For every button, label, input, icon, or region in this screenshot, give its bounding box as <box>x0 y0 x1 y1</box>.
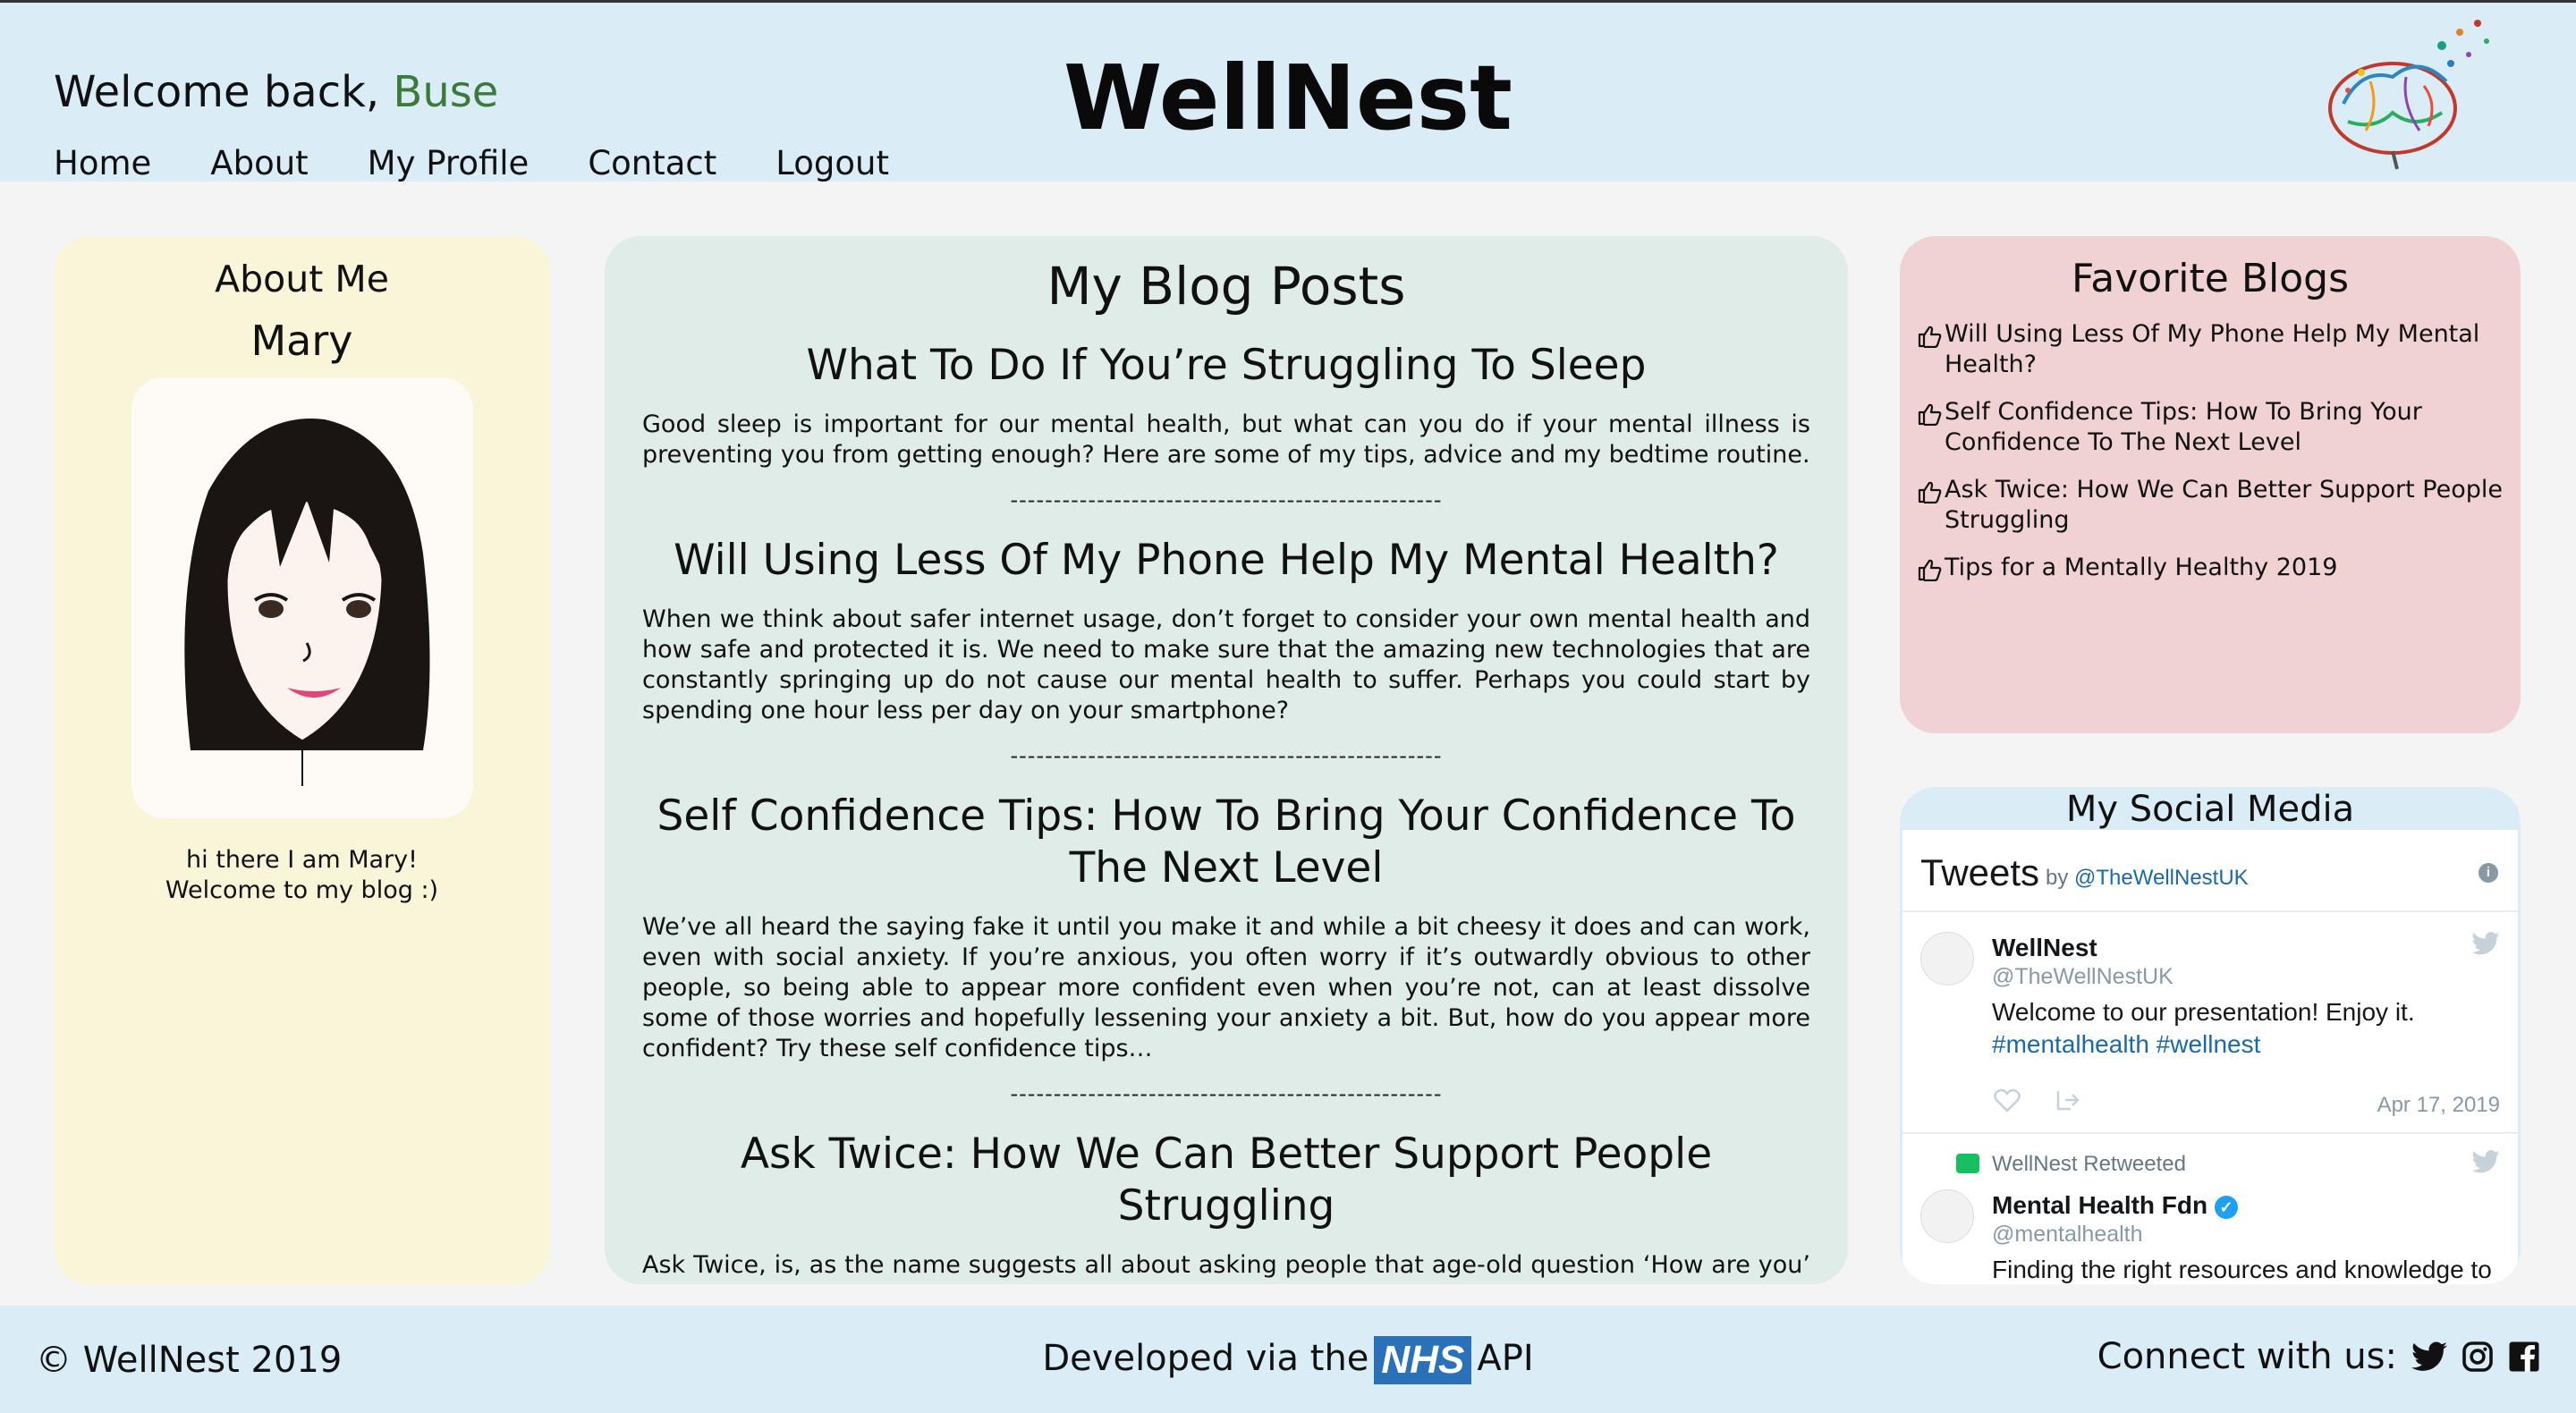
favorite-blog-title[interactable]: Tips for a Mentally Healthy 2019 <box>1945 553 2337 583</box>
post-excerpt: We’ve all heard the saying fake it until… <box>642 913 1810 1062</box>
tweet-hashtags[interactable]: #mentalhealth #wellnest <box>1992 1028 2493 1061</box>
site-title: WellNest <box>1063 46 1513 150</box>
timeline-by: by @TheWellNestUK <box>2046 866 2249 891</box>
nhs-logo[interactable]: NHS <box>1374 1336 1472 1384</box>
post-title[interactable]: Self Confidence Tips: How To Bring Your … <box>642 791 1810 894</box>
twitter-icon[interactable] <box>2411 1341 2447 1372</box>
timeline-header: Tweets by @TheWellNestUK i <box>1902 830 2518 912</box>
info-icon[interactable]: i <box>2479 863 2498 883</box>
site-footer: © WellNest 2019 Developed via the NHS API … <box>0 1306 2576 1413</box>
brain-logo-icon <box>2328 20 2489 170</box>
site-header: Welcome back, Buse WellNest Home About M… <box>0 0 2576 182</box>
retweet-icon <box>1956 1154 1979 1173</box>
favorite-blog-link[interactable]: Ask Twice: How We Can Better Support Peo… <box>1918 475 2503 536</box>
post-title[interactable]: What To Do If You’re Struggling To Sleep <box>642 340 1810 392</box>
post-excerpt: Ask Twice, is, as the name suggests all … <box>642 1251 1810 1284</box>
dev-suffix: API <box>1477 1338 1534 1379</box>
heart-icon[interactable] <box>1994 1089 2021 1113</box>
social-title: My Social Media <box>2065 789 2355 830</box>
favorite-blog-title[interactable]: Will Using Less Of My Phone Help My Ment… <box>1945 319 2503 380</box>
avatar <box>183 418 430 786</box>
share-icon[interactable] <box>2055 1087 2081 1113</box>
profile-name: Mary <box>250 317 353 365</box>
post-separator: ----------------------------------------… <box>1010 488 1443 512</box>
about-title: About Me <box>215 258 389 300</box>
connect-with-us: Connect with us: <box>2097 1336 2540 1377</box>
instagram-icon[interactable] <box>2462 1341 2494 1373</box>
timeline-handle-link[interactable]: @TheWellNestUK <box>2074 866 2249 890</box>
tweet-date[interactable]: Apr 17, 2019 <box>2377 1093 2500 1118</box>
tweets-label: Tweets <box>1920 851 2040 893</box>
profile-bio: hi there I am Mary! Welcome to my blog :… <box>165 846 439 904</box>
main-nav: Home About My Profile Contact Logout <box>54 144 948 182</box>
blog-post[interactable]: Self Confidence Tips: How To Bring Your … <box>642 791 1810 1064</box>
tweet-text: Finding the right resources and knowledg… <box>1992 1256 2492 1283</box>
blog-posts-panel: My Blog Posts What To Do If You’re Strug… <box>605 236 1848 1284</box>
tweet-text: Welcome to our presentation! Enjoy it. <box>1992 998 2415 1026</box>
nav-my-profile[interactable]: My Profile <box>368 144 530 182</box>
blog-title: My Blog Posts <box>1046 256 1406 317</box>
twitter-bird-icon[interactable] <box>2471 932 2500 955</box>
nav-about[interactable]: About <box>210 144 308 182</box>
mental-health-fdn-avatar[interactable] <box>1920 1189 1974 1243</box>
dev-prefix: Developed via the <box>1042 1338 1369 1379</box>
thumbs-up-icon <box>1918 403 1942 426</box>
post-title[interactable]: Ask Twice: How We Can Better Support Peo… <box>642 1129 1810 1232</box>
blog-post[interactable]: What To Do If You’re Struggling To Sleep… <box>642 340 1810 470</box>
blog-post[interactable]: Ask Twice: How We Can Better Support Peo… <box>642 1129 1810 1284</box>
tweet-author-name-text[interactable]: Mental Health Fdn <box>1992 1191 2207 1219</box>
connect-label: Connect with us: <box>2097 1336 2397 1377</box>
post-separator: ----------------------------------------… <box>1010 1082 1443 1105</box>
thumbs-up-icon <box>1918 559 1942 581</box>
by-label: by <box>2046 866 2069 890</box>
tweet-author-name[interactable]: WellNest <box>1992 934 2097 962</box>
about-me-panel: About Me Mary hi there I am Mary! Welcom… <box>54 236 550 1284</box>
thumbs-up-icon <box>1918 326 1942 348</box>
social-media-panel: My Social Media Tweets by @TheWellNestUK… <box>1900 787 2521 1284</box>
nav-contact[interactable]: Contact <box>588 144 716 182</box>
post-separator: ----------------------------------------… <box>1010 744 1443 767</box>
thumbs-up-icon <box>1918 481 1942 503</box>
verified-badge-icon: ✓ <box>2214 1195 2238 1219</box>
blog-post[interactable]: Will Using Less Of My Phone Help My Ment… <box>642 535 1810 726</box>
wellnest-avatar[interactable] <box>1920 932 1974 986</box>
post-title[interactable]: Will Using Less Of My Phone Help My Ment… <box>642 535 1810 587</box>
favorites-title: Favorite Blogs <box>2072 256 2349 301</box>
nav-logout[interactable]: Logout <box>775 144 889 182</box>
post-excerpt: When we think about safer internet usage… <box>642 605 1810 724</box>
favorite-blog-title[interactable]: Self Confidence Tips: How To Bring Your … <box>1945 397 2503 458</box>
favorite-blog-link[interactable]: Tips for a Mentally Healthy 2019 <box>1918 553 2503 583</box>
favorite-blog-link[interactable]: Will Using Less Of My Phone Help My Ment… <box>1918 319 2503 380</box>
favorite-blogs-panel: Favorite Blogs Will Using Less Of My Pho… <box>1900 236 2521 733</box>
post-excerpt: Good sleep is important for our mental h… <box>642 410 1810 469</box>
facebook-icon[interactable] <box>2508 1341 2540 1373</box>
avatar-card <box>131 377 473 818</box>
twitter-bird-icon[interactable] <box>2471 1150 2500 1173</box>
retweet-label: WellNest Retweeted <box>1992 1152 2186 1176</box>
favorite-blog-link[interactable]: Self Confidence Tips: How To Bring Your … <box>1918 397 2503 458</box>
tweet-author-handle[interactable]: @TheWellNestUK <box>1992 964 2174 990</box>
tweet[interactable]: WellNest @TheWellNestUK Welcome to our p… <box>1902 912 2518 1134</box>
tweet-author-name[interactable]: Mental Health Fdn ✓ <box>1992 1191 2238 1220</box>
nav-home[interactable]: Home <box>54 144 151 182</box>
tweet[interactable]: WellNest Retweeted Mental Health Fdn ✓ @… <box>1902 1134 2518 1284</box>
twitter-timeline[interactable]: Tweets by @TheWellNestUK i WellNest @The… <box>1902 830 2518 1284</box>
tweet-author-handle[interactable]: @mentalhealth <box>1992 1222 2143 1248</box>
favorite-blog-title[interactable]: Ask Twice: How We Can Better Support Peo… <box>1945 475 2503 536</box>
